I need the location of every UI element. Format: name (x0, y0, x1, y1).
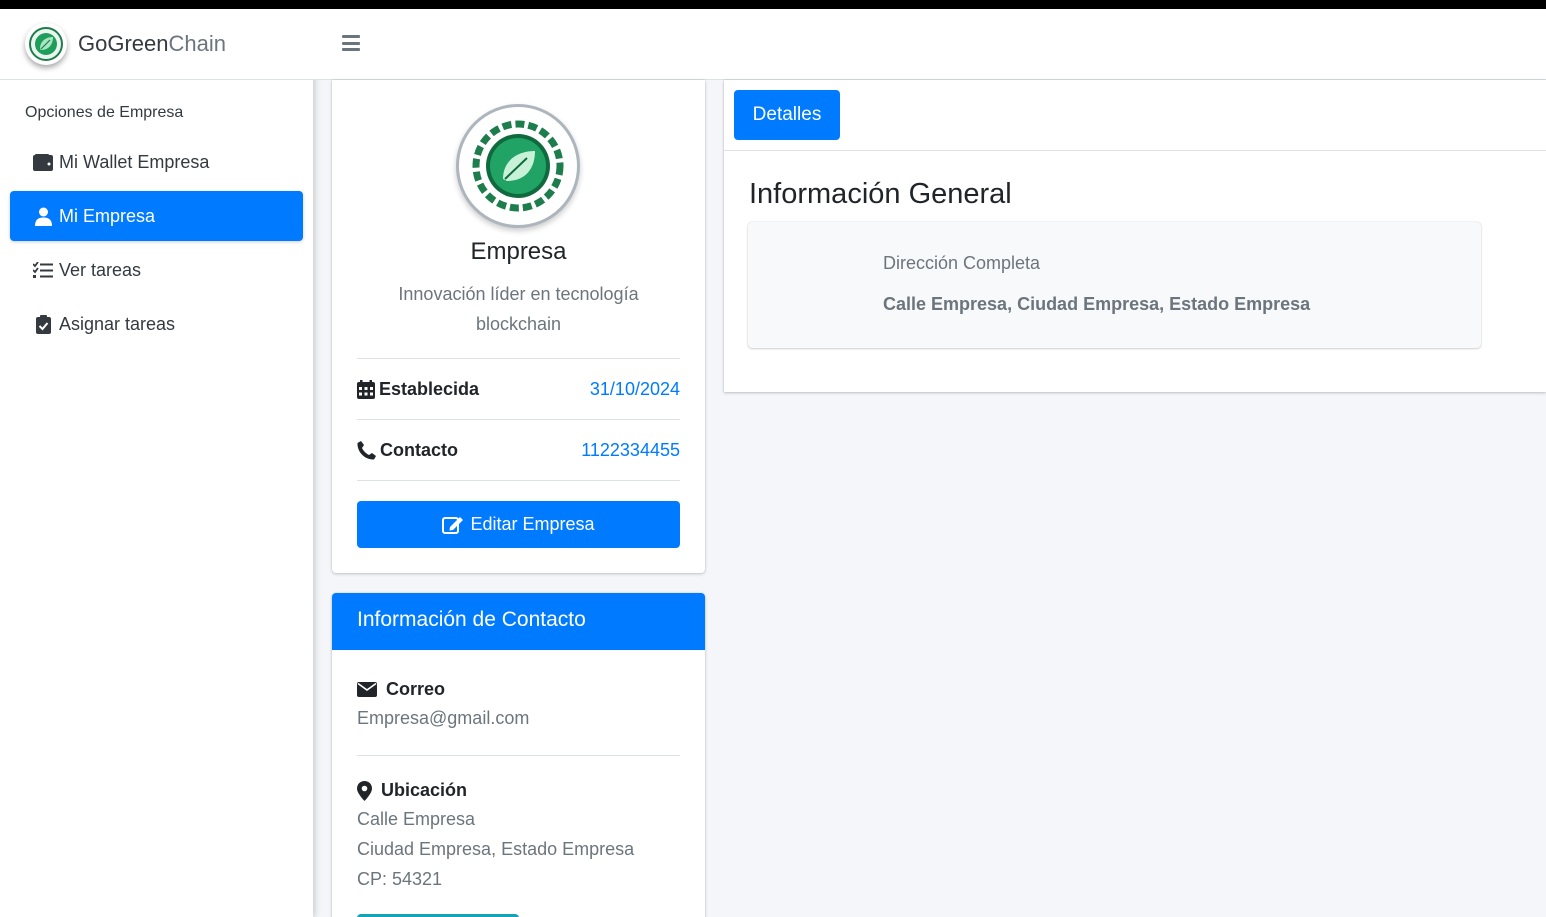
sidebar-item-asignar-tareas[interactable]: Asignar tareas (10, 299, 303, 349)
company-name: Empresa (470, 238, 567, 265)
established-row: Establecida 31/10/2024 (357, 358, 680, 419)
contact-divider (357, 755, 680, 756)
email-title: Correo (357, 679, 680, 700)
contact-label: Contacto (357, 440, 458, 461)
sidebar-item-label: Mi Empresa (59, 205, 156, 226)
hamburger-icon[interactable] (342, 35, 360, 51)
section-title: Información General (749, 178, 1012, 210)
edit-icon (442, 516, 464, 534)
address-label: Dirección Completa (883, 253, 1041, 273)
location-line-3: CP: 54321 (357, 869, 443, 889)
calendar-icon (357, 379, 375, 399)
wallet-icon (32, 152, 54, 172)
details-card: Detalles Información General Dirección C… (724, 80, 1546, 392)
clipboard-check-icon (32, 314, 54, 334)
email-block: Correo Empresa@gmail.com (357, 679, 680, 733)
window-top-bar (0, 0, 1546, 9)
location-label: Ubicación (381, 780, 468, 800)
profile-card: Empresa Innovación líder en tecnología b… (332, 80, 705, 573)
edit-company-button[interactable]: Editar Empresa (357, 501, 680, 548)
established-value: 31/10/2024 (589, 378, 680, 399)
location-line-2: Ciudad Empresa, Estado Empresa (357, 839, 635, 859)
envelope-icon (357, 682, 377, 697)
established-label-text: Establecida (379, 378, 480, 399)
location-line-1: Calle Empresa (357, 809, 476, 829)
contact-info-card: Información de Contacto Correo Empresa@g… (332, 593, 705, 917)
phone-icon (357, 440, 376, 460)
established-label: Establecida (357, 379, 479, 400)
sidebar-header: Opciones de Empresa (25, 104, 184, 121)
brand-logo-icon (25, 23, 67, 65)
tasks-icon (32, 260, 54, 280)
brand-link[interactable]: GoGreenChain (0, 9, 313, 80)
edit-company-label: Editar Empresa (470, 514, 595, 534)
sidebar-item-label: Asignar tareas (59, 313, 176, 334)
company-description: Innovación líder en tecnología blockchai… (398, 284, 639, 334)
location-block: Ubicación Calle Empresa Ciudad Empresa, … (357, 780, 680, 894)
sidebar-item-mi-wallet-empresa[interactable]: Mi Wallet Empresa (10, 137, 303, 187)
company-logo-icon (456, 104, 580, 228)
sidebar-item-mi-empresa[interactable]: Mi Empresa (10, 191, 303, 241)
tab-detalles[interactable]: Detalles (734, 90, 840, 140)
details-tabs: Detalles (724, 80, 1546, 151)
contact-label-text: Contacto (380, 439, 458, 460)
brand-name-light: Chain (168, 31, 226, 56)
email-label: Correo (386, 679, 446, 699)
contact-value: 1122334455 (581, 439, 680, 460)
location-title: Ubicación (357, 780, 680, 801)
profile-divider (357, 480, 680, 481)
brand-name-bold: GoGreen (78, 31, 169, 56)
user-icon (32, 206, 54, 226)
address-box: Dirección Completa Calle Empresa, Ciudad… (748, 222, 1481, 348)
brand-name: GoGreenChain (78, 31, 226, 57)
address-value: Calle Empresa, Ciudad Empresa, Estado Em… (883, 294, 1311, 314)
contact-info-title: Información de Contacto (332, 593, 705, 650)
email-value: Empresa@gmail.com (357, 708, 530, 728)
sidebar-item-label: Ver tareas (59, 259, 142, 280)
sidebar-item-label: Mi Wallet Empresa (59, 151, 210, 172)
sidebar: GoGreenChain Opciones de Empresa Mi Wall… (0, 9, 313, 917)
map-marker-icon (357, 780, 372, 801)
top-header (313, 9, 1546, 80)
contact-row: Contacto 1122334455 (357, 419, 680, 480)
sidebar-item-ver-tareas[interactable]: Ver tareas (10, 245, 303, 295)
